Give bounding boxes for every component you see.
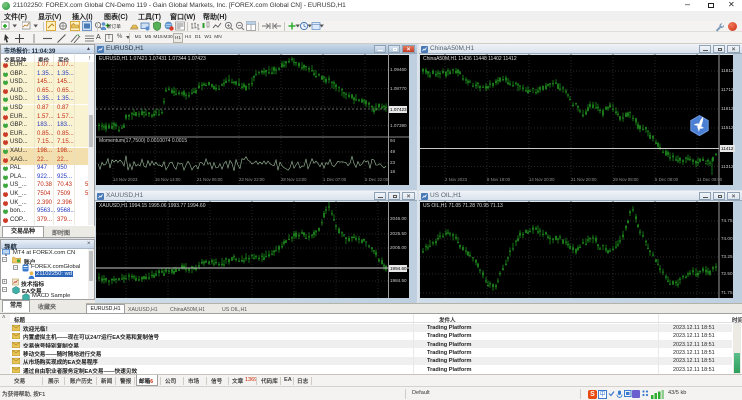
svg-text:Momentum(17,7500) 0.0010074 0.: Momentum(17,7500) 0.0010074 0.0015 bbox=[99, 138, 187, 144]
